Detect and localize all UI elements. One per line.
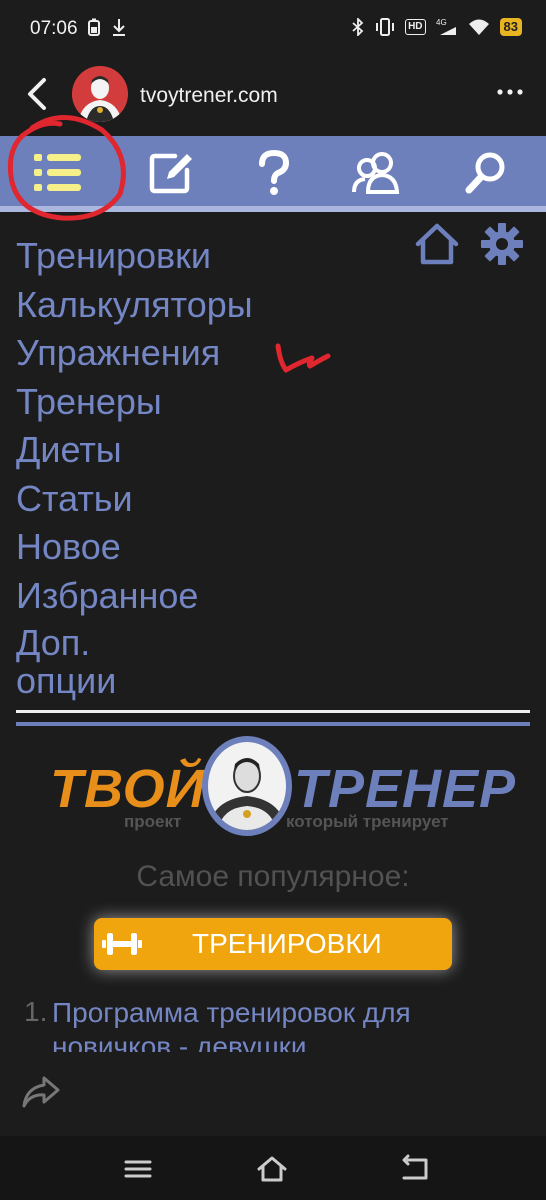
edit-icon xyxy=(149,153,192,194)
more-options-icon[interactable] xyxy=(496,82,524,102)
menu-item-more-options[interactable]: Доп. опции xyxy=(16,624,156,700)
site-avatar[interactable] xyxy=(72,66,128,122)
dumbbell-icon xyxy=(102,933,142,955)
menu-item-articles[interactable]: Статьи xyxy=(16,475,396,524)
workouts-button[interactable]: ТРЕНИРОВКИ xyxy=(94,918,452,970)
help-icon xyxy=(259,150,290,195)
popular-heading: Самое популярное: xyxy=(136,860,410,893)
menu-item-trainers[interactable]: Тренеры xyxy=(16,378,396,427)
system-nav-bar xyxy=(0,1136,546,1200)
site-logo[interactable]: ТВОЙ ТРЕНЕР проект который тренирует xyxy=(50,736,515,840)
popular-article-1[interactable]: 1. Программа тренировок для новичков - д… xyxy=(24,996,524,1052)
logo-right-word: ТРЕНЕР xyxy=(294,759,517,819)
logo-left-word: ТВОЙ xyxy=(50,759,206,819)
back-arrow-icon[interactable] xyxy=(20,74,54,114)
logo-emblem xyxy=(202,736,292,836)
home-icon[interactable] xyxy=(414,222,460,266)
divider-accent xyxy=(16,722,530,726)
trainer-emblem-icon xyxy=(208,758,286,830)
menu-item-new[interactable]: Новое xyxy=(16,523,396,572)
status-time: 07:06 xyxy=(30,18,78,39)
users-button[interactable] xyxy=(346,146,406,200)
workouts-button-label: ТРЕНИРОВКИ xyxy=(192,928,382,959)
gear-icon[interactable] xyxy=(480,222,524,266)
share-icon[interactable] xyxy=(20,1072,62,1112)
bluetooth-icon xyxy=(352,18,364,36)
help-button[interactable] xyxy=(244,146,304,200)
menu-item-exercises[interactable]: Упражнения xyxy=(16,329,396,378)
site-toolbar xyxy=(0,136,546,212)
download-icon xyxy=(113,19,125,36)
article-link[interactable]: Программа тренировок для новичков - деву… xyxy=(52,996,512,1052)
search-icon xyxy=(465,152,505,194)
hd-badge: HD xyxy=(405,19,426,35)
edit-button[interactable] xyxy=(142,146,202,200)
main-menu: Тренировки Калькуляторы Упражнения Трене… xyxy=(16,232,396,700)
home-nav-icon[interactable] xyxy=(254,1154,290,1184)
recent-apps-icon[interactable] xyxy=(120,1154,156,1184)
menu-item-favorites[interactable]: Избранное xyxy=(16,572,396,621)
back-nav-icon[interactable] xyxy=(398,1154,434,1184)
divider xyxy=(16,710,530,713)
logo-right-subtitle: который тренирует xyxy=(286,812,449,831)
network-type: 4G xyxy=(436,18,447,27)
battery-level: 83 xyxy=(499,18,522,36)
annotation-checkmark xyxy=(275,343,331,373)
site-name: tvoytrener.com xyxy=(140,84,278,107)
trainer-avatar-icon xyxy=(72,66,128,122)
status-bar: 07:06 HD 4G 83 xyxy=(0,0,546,60)
battery-saver-icon xyxy=(88,18,100,36)
logo-left-subtitle: проект xyxy=(124,812,182,831)
search-button[interactable] xyxy=(456,146,516,200)
menu-list-icon xyxy=(34,154,81,191)
menu-item-workouts[interactable]: Тренировки xyxy=(16,232,396,281)
article-number: 1. xyxy=(24,996,48,1027)
users-icon xyxy=(352,152,400,194)
menu-item-calculators[interactable]: Калькуляторы xyxy=(16,281,396,330)
vibrate-icon xyxy=(376,18,395,36)
menu-button[interactable] xyxy=(28,146,88,200)
signal-icon: 4G xyxy=(436,18,456,35)
browser-bar: tvoytrener.com xyxy=(0,60,546,136)
wifi-icon xyxy=(468,19,489,35)
menu-item-diets[interactable]: Диеты xyxy=(16,426,396,475)
